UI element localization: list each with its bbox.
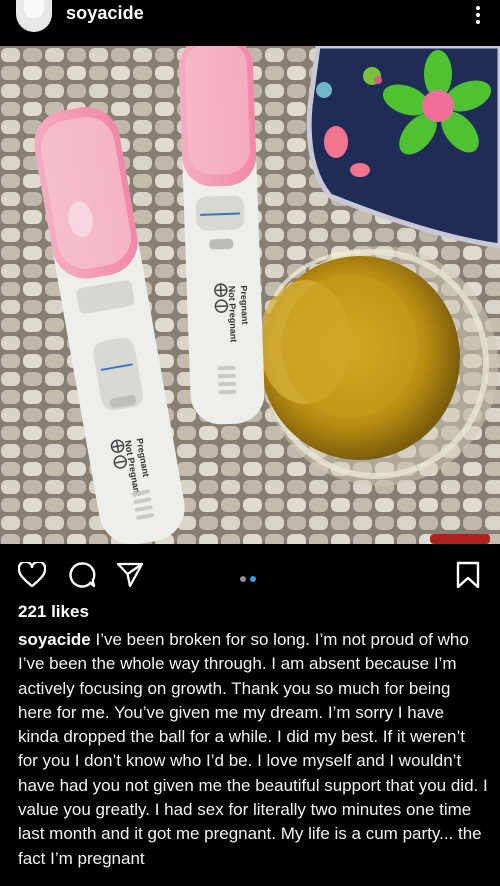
send-icon[interactable]	[116, 562, 144, 588]
pregnancy-test-2: Pregnant Not Pregnant	[179, 46, 265, 425]
heart-icon[interactable]	[18, 562, 46, 588]
caption-username[interactable]: soyacide	[18, 630, 96, 649]
bookmark-icon[interactable]	[456, 561, 480, 589]
avatar[interactable]	[16, 0, 52, 32]
carousel-dot-active	[250, 576, 256, 582]
carousel-indicator	[240, 569, 260, 587]
test2-label-pregnant: Pregnant	[239, 285, 250, 324]
post-header: soyacide	[0, 0, 500, 46]
caption-text: I’ve been broken for so long. I’m not pr…	[18, 630, 488, 868]
post-username[interactable]: soyacide	[66, 3, 144, 24]
like-count[interactable]: 221 likes	[18, 602, 89, 622]
comment-icon[interactable]	[68, 561, 96, 589]
test2-label-not-pregnant: Not Pregnant	[227, 286, 239, 343]
carousel-dot-inactive	[240, 576, 246, 582]
post-photo[interactable]: Pregnant Not Pregnant Pregnant Not Pregn…	[0, 46, 500, 544]
post-caption: soyacide I’ve been broken for so long. I…	[18, 628, 488, 871]
more-vertical-icon[interactable]	[474, 4, 482, 26]
